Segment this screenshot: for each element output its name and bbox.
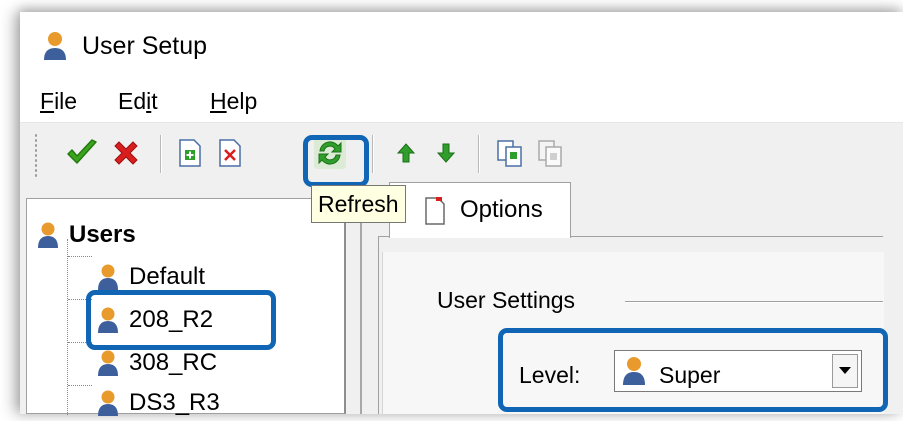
menu-help-rest: elp [226, 88, 258, 114]
window-title: User Setup [82, 32, 208, 60]
tree-item-label: 308_RC [129, 349, 218, 376]
menu-help-mnemonic: H [210, 88, 227, 114]
tree-connector [68, 299, 92, 300]
toolbar-separator [160, 135, 161, 173]
menu-bar: File Edit Help [20, 84, 903, 122]
panel-splitter[interactable] [346, 198, 360, 414]
chevron-down-icon [839, 367, 851, 374]
new-item-button[interactable] [170, 131, 210, 175]
copy-button[interactable] [490, 131, 530, 175]
tree-item-label: Default [129, 263, 206, 290]
menu-help[interactable]: Help [210, 88, 257, 115]
user-settings-group-label: User Settings [437, 287, 584, 314]
user-icon [44, 32, 66, 60]
toolbar-separator [478, 135, 479, 173]
tree-root-users[interactable]: Users [37, 217, 136, 253]
cancel-button[interactable] [106, 131, 146, 175]
user-icon [98, 264, 118, 290]
accept-button[interactable] [62, 131, 102, 175]
toolbar-separator [372, 135, 373, 173]
level-select[interactable] [614, 350, 862, 392]
move-up-button[interactable] [386, 131, 426, 175]
toolbar [20, 122, 903, 185]
group-divider [625, 301, 883, 302]
user-icon [98, 350, 118, 376]
menu-edit-pre: Ed [118, 88, 147, 114]
level-dropdown-button[interactable] [832, 354, 858, 388]
accept-icon [67, 139, 97, 164]
move-up-icon [396, 143, 416, 163]
level-select-value: Super [659, 362, 721, 388]
paste-icon [538, 140, 562, 167]
tree-connector [68, 342, 92, 343]
copy-icon [497, 140, 522, 167]
menu-file-mnemonic: F [40, 88, 55, 114]
menu-file[interactable]: File [40, 88, 77, 115]
toolbar-grip[interactable] [34, 133, 38, 177]
user-icon [623, 357, 645, 385]
refresh-button[interactable] [310, 131, 350, 175]
tree-item-208-r2[interactable]: 208_R2 [97, 302, 213, 338]
tree-item-label: DS3_R3 [129, 389, 220, 416]
menu-edit-rest: t [151, 88, 158, 114]
paste-button[interactable] [530, 131, 570, 175]
tree-root-label: Users [69, 221, 136, 248]
user-icon [98, 307, 118, 333]
delete-item-icon [219, 139, 241, 167]
tree-connector [68, 256, 92, 257]
move-down-button[interactable] [426, 131, 466, 175]
delete-item-button[interactable] [210, 131, 250, 175]
user-tree-panel[interactable]: Users Default 208_R2 308_RC DS3_R3 [26, 198, 346, 416]
cancel-icon [114, 141, 138, 165]
new-item-icon [179, 139, 201, 167]
tree-item-308-rc[interactable]: 308_RC [97, 345, 217, 381]
options-icon [425, 197, 445, 225]
refresh-tooltip: Refresh [311, 185, 406, 223]
tab-options-label: Options [460, 196, 543, 223]
tree-connector [68, 385, 92, 386]
tree-connector [67, 239, 68, 415]
title-bar: User Setup [20, 12, 903, 84]
refresh-icon [314, 137, 346, 169]
tree-item-default[interactable]: Default [97, 259, 205, 295]
move-down-icon [436, 143, 456, 163]
menu-file-rest: ile [54, 88, 78, 114]
menu-edit[interactable]: Edit [118, 88, 158, 115]
user-icon [98, 390, 118, 416]
tree-item-label: 208_R2 [129, 306, 214, 333]
user-icon [38, 222, 58, 248]
tree-item-ds3-r3[interactable]: DS3_R3 [97, 385, 220, 421]
level-label: Level: [519, 362, 581, 388]
